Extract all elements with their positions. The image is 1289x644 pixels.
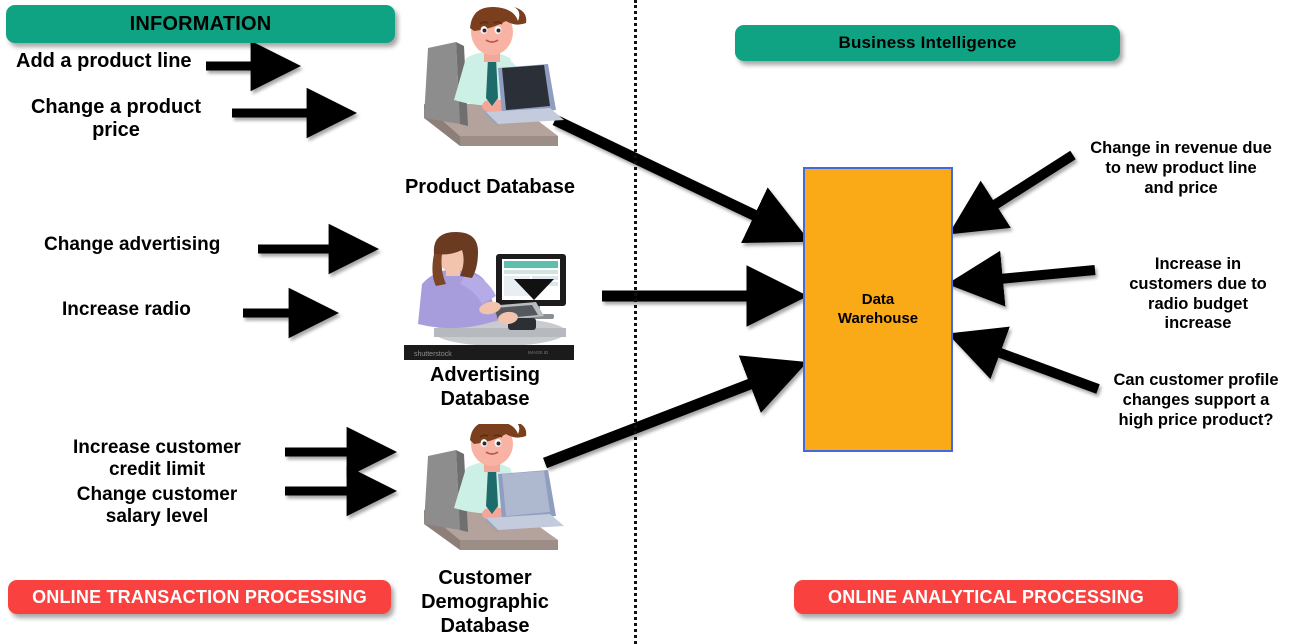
svg-text:IMAGE ID: IMAGE ID: [528, 350, 549, 355]
data-warehouse-box: Data Warehouse: [803, 167, 953, 452]
oltp-olap-divider: [634, 0, 637, 644]
arrow-revenue-insight-to-warehouse: [948, 150, 1076, 235]
label-change-advertising: Change advertising: [44, 234, 221, 255]
label-increase-customer-credit-limit: Increase customer credit limit: [73, 437, 241, 481]
label-increase-in-customers: Increase in customers due to radio budge…: [1129, 255, 1267, 333]
caption-customer-demographic-database: Customer Demographic Database: [421, 567, 549, 637]
product-database-person-icon: [398, 6, 578, 171]
data-warehouse-label: Data Warehouse: [837, 290, 919, 327]
arrow-customer-increase-to-warehouse: [947, 250, 1096, 307]
label-increase-radio: Increase radio: [62, 299, 191, 320]
caption-advertising-database: Advertising Database: [429, 364, 541, 410]
advertising-database-person-icon: shutterstock IMAGE ID: [404, 232, 574, 360]
diagram-canvas: INFORMATION Business Intelligence ONLINE…: [0, 0, 1289, 644]
banner-online-transaction-processing: ONLINE TRANSACTION PROCESSING: [8, 580, 391, 614]
label-change-customer-salary-level: Change customer salary level: [76, 484, 238, 528]
arrow-customer-profile-to-warehouse: [947, 326, 1100, 394]
customer-database-person-icon: [398, 420, 578, 564]
label-change-in-revenue: Change in revenue due to new product lin…: [1090, 139, 1272, 197]
banner-business-intelligence: Business Intelligence: [735, 25, 1120, 61]
caption-product-database: Product Database: [404, 176, 576, 198]
label-customer-profile-question: Can customer profile changes support a h…: [1113, 371, 1279, 429]
label-change-product-price: Change a product price: [30, 96, 201, 142]
shutterstock-watermark-text: shutterstock: [414, 351, 452, 358]
banner-information: INFORMATION: [6, 5, 395, 43]
banner-online-analytical-processing: ONLINE ANALYTICAL PROCESSING: [794, 580, 1178, 614]
label-add-product-line: Add a product line: [16, 50, 192, 72]
